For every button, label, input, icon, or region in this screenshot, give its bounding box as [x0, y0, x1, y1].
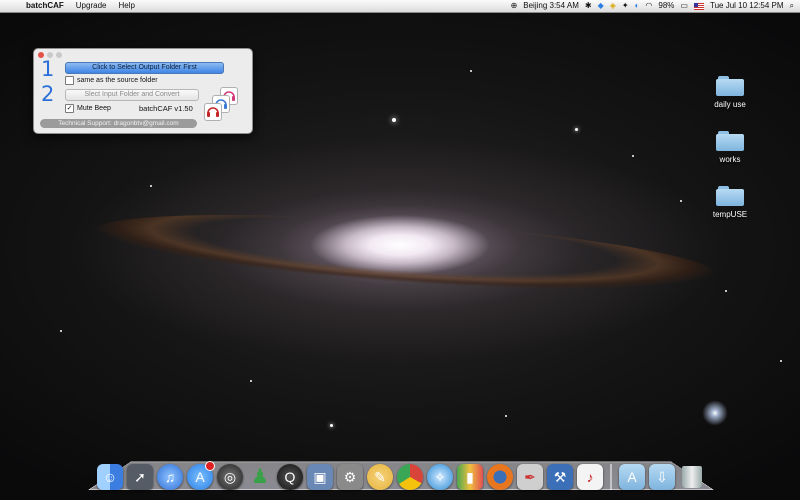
star: [680, 200, 682, 202]
battery-icon[interactable]: ▭: [680, 0, 688, 12]
folder-works[interactable]: works: [700, 131, 760, 164]
dock-separator: [610, 464, 612, 490]
menu-app-name[interactable]: batchCAF: [25, 0, 65, 12]
diamond-icon[interactable]: ◈: [610, 0, 616, 12]
select-input-folder-button[interactable]: Slect Input Folder and Convert: [65, 89, 199, 101]
star: [505, 415, 507, 417]
sketch-icon[interactable]: ✎: [367, 464, 393, 490]
preview-icon[interactable]: ▣: [307, 464, 333, 490]
mute-beep-label: Mute Beep: [77, 105, 111, 112]
settings-icon[interactable]: ✱: [585, 0, 592, 12]
xcode-icon[interactable]: ⚒: [547, 464, 573, 490]
star: [575, 128, 578, 131]
headphones-card-icon: [204, 103, 222, 121]
batchcaf-window: 1 Click to Select Output Folder First sa…: [33, 48, 253, 134]
menu-upgrade[interactable]: Upgrade: [75, 0, 108, 12]
menu-help[interactable]: Help: [117, 0, 135, 12]
technical-support-link[interactable]: Technical Support: dragonbtv@gmail.com: [40, 119, 197, 128]
downloads-folder-icon[interactable]: ⇩: [649, 464, 675, 490]
dvd-player-icon[interactable]: ◎: [217, 464, 243, 490]
headphones-app-icon: [204, 87, 244, 125]
version-label: batchCAF v1.50: [139, 104, 193, 113]
bluetooth-icon[interactable]: ✦: [622, 0, 629, 12]
folder-label: tempUSE: [712, 210, 748, 219]
mute-beep-checkbox[interactable]: ✓ Mute Beep: [65, 104, 111, 113]
menubar-datetime[interactable]: Tue Jul 10 12:54 PM: [710, 0, 784, 12]
folder-label: works: [719, 155, 741, 164]
trash-icon[interactable]: [682, 466, 702, 488]
star: [725, 290, 727, 292]
itunes-icon[interactable]: ♫: [157, 464, 183, 490]
zoom-icon[interactable]: [56, 52, 62, 58]
galaxy-dust-lane: [93, 200, 717, 304]
star: [632, 155, 634, 157]
script-editor-icon[interactable]: ✒: [517, 464, 543, 490]
world-clock-icon[interactable]: ⊕: [511, 0, 518, 12]
system-preferences-icon[interactable]: ⚙: [337, 464, 363, 490]
applications-folder-icon[interactable]: A: [619, 464, 645, 490]
select-output-folder-button[interactable]: Click to Select Output Folder First: [65, 62, 224, 74]
same-folder-checkbox[interactable]: same as the source folder: [65, 76, 158, 85]
star: [780, 360, 782, 362]
star: [250, 380, 252, 382]
star: [60, 330, 62, 332]
bright-star: [700, 398, 730, 428]
step-two-label: 2: [41, 82, 55, 106]
spotlight-icon[interactable]: ⌕: [790, 0, 794, 12]
star: [150, 185, 152, 187]
folder-label: daily use: [714, 100, 746, 109]
same-folder-box[interactable]: [65, 76, 74, 85]
folder-tempuse[interactable]: tempUSE: [700, 186, 760, 219]
wifi-icon[interactable]: ◠: [645, 0, 652, 12]
input-flag-icon[interactable]: [693, 2, 704, 10]
folder-icon: [716, 186, 744, 206]
star: [470, 70, 472, 72]
batchcaf-icon[interactable]: ♪: [577, 464, 603, 490]
launchpad-icon[interactable]: ➚: [127, 464, 153, 490]
chrome-icon[interactable]: [397, 464, 423, 490]
same-folder-label: same as the source folder: [77, 77, 158, 84]
folder-icon: [716, 131, 744, 151]
dock: ☺ ➚ ♫ A ◎ ♟ Q ▣ ⚙ ✎ ✧ ▮ ✒ ⚒ ♪ A ⇩: [97, 461, 705, 490]
star: [392, 118, 396, 122]
finder-icon[interactable]: ☺: [97, 464, 123, 490]
battery-percent[interactable]: 98%: [658, 0, 674, 12]
safari-icon[interactable]: ✧: [427, 464, 453, 490]
world-clock[interactable]: Beijing 3:54 AM: [523, 0, 579, 12]
stocks-icon[interactable]: ▮: [457, 464, 483, 490]
messenger-icon[interactable]: ♟: [247, 464, 273, 490]
quicktime-icon[interactable]: Q: [277, 464, 303, 490]
app-store-icon[interactable]: A: [187, 461, 215, 490]
notification-badge: [205, 461, 215, 471]
step-one-label: 1: [41, 57, 55, 81]
menu-bar: batchCAF Upgrade Help ⊕ Beijing 3:54 AM …: [0, 0, 800, 13]
star: [330, 424, 333, 427]
sync-icon[interactable]: ◐: [635, 0, 640, 12]
shield-icon[interactable]: ◆: [598, 0, 604, 12]
mute-beep-box[interactable]: ✓: [65, 104, 74, 113]
folder-icon: [716, 76, 744, 96]
folder-daily-use[interactable]: daily use: [700, 76, 760, 109]
firefox-icon[interactable]: [487, 464, 513, 490]
